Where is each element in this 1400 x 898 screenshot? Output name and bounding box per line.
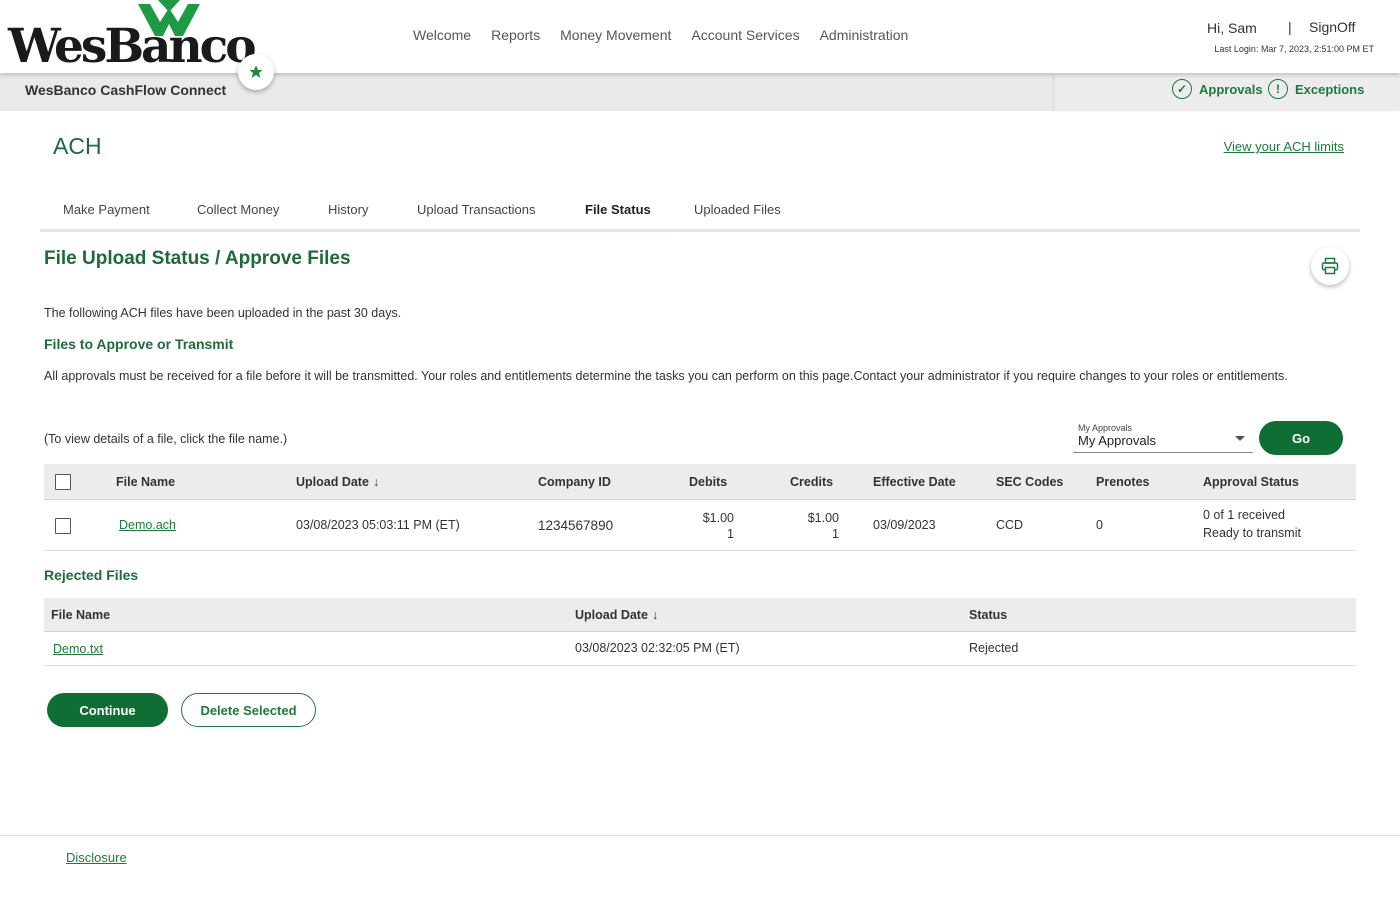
tab-make-payment[interactable]: Make Payment [63, 202, 150, 217]
col-sec-codes[interactable]: SEC Codes [996, 475, 1063, 489]
printer-icon [1321, 257, 1339, 275]
star-icon [249, 65, 263, 78]
col-file-name[interactable]: File Name [116, 475, 175, 489]
col-upload-date-label: Upload Date [575, 608, 648, 622]
footer-divider [0, 835, 1400, 836]
debits-count: 1 [727, 527, 734, 541]
prenotes: 0 [1096, 518, 1103, 532]
top-header: WesBanco Welcome Reports Money Movement … [0, 0, 1400, 73]
sort-down-icon: ↓ [651, 608, 659, 622]
tab-upload-transactions[interactable]: Upload Transactions [417, 202, 536, 217]
select-label: My Approvals [1078, 423, 1133, 433]
effective-date: 03/09/2023 [873, 518, 936, 532]
approvals-shortcut[interactable]: ✓ Approvals [1172, 79, 1263, 99]
file-name-link[interactable]: Demo.ach [119, 518, 176, 532]
disclosure-link[interactable]: Disclosure [66, 850, 127, 865]
status: Rejected [969, 641, 1019, 655]
main-nav: Welcome Reports Money Movement Account S… [403, 27, 918, 43]
approval-status-line2: Ready to transmit [1203, 526, 1301, 540]
sub-bar: WesBanco CashFlow Connect ✓ Approvals ! … [0, 72, 1400, 111]
ach-tabs: Make Payment Collect Money History Uploa… [40, 190, 1360, 232]
col-credits[interactable]: Credits [790, 475, 833, 489]
nav-money-movement[interactable]: Money Movement [550, 27, 681, 43]
credits-amount: $1.00 [807, 511, 839, 525]
nav-reports[interactable]: Reports [481, 27, 550, 43]
col-file-name[interactable]: File Name [51, 608, 110, 622]
approvals-filter-select[interactable]: My Approvals My Approvals [1073, 419, 1253, 453]
company-id: 1234567890 [538, 518, 614, 533]
upload-date: 03/08/2023 02:32:05 PM (ET) [575, 641, 740, 655]
check-circle-icon: ✓ [1172, 79, 1192, 99]
nav-welcome[interactable]: Welcome [403, 27, 481, 43]
exceptions-shortcut[interactable]: ! Exceptions [1268, 79, 1364, 99]
col-status[interactable]: Status [969, 608, 1007, 622]
print-button[interactable] [1311, 247, 1349, 285]
user-greeting[interactable]: Hi, Sam [1207, 20, 1257, 36]
select-value: My Approvals [1078, 433, 1157, 448]
debits-amount: $1.00 [702, 511, 734, 525]
active-tab-indicator [561, 229, 669, 232]
sec-codes: CCD [996, 518, 1024, 532]
select-all-checkbox[interactable] [55, 474, 71, 490]
logo-wordmark: WesBanco [8, 19, 257, 74]
table-row: Demo.txt 03/08/2023 02:32:05 PM (ET) Rej… [44, 632, 1356, 666]
tab-history[interactable]: History [328, 202, 368, 217]
section-title: File Upload Status / Approve Files [44, 248, 351, 269]
exclamation-circle-icon: ! [1268, 79, 1288, 99]
intro-text: The following ACH files have been upload… [44, 306, 402, 320]
go-button[interactable]: Go [1259, 421, 1343, 455]
col-upload-date[interactable]: Upload Date ↓ [575, 608, 658, 622]
col-debits[interactable]: Debits [689, 475, 727, 489]
approve-heading: Files to Approve or Transmit [44, 336, 234, 352]
favorite-button[interactable] [238, 54, 274, 90]
nav-administration[interactable]: Administration [810, 27, 919, 43]
file-name-link[interactable]: Demo.txt [53, 642, 103, 656]
signoff-link[interactable]: SignOff [1309, 19, 1355, 35]
tab-file-status[interactable]: File Status [585, 202, 651, 217]
user-separator: | [1288, 19, 1292, 35]
wesbanco-logo[interactable]: WesBanco [8, 0, 257, 73]
exceptions-label: Exceptions [1295, 81, 1365, 97]
nav-account-services[interactable]: Account Services [681, 27, 809, 43]
credits-count: 1 [832, 527, 839, 541]
rejected-table-header: File Name Upload Date ↓ Status [44, 598, 1356, 632]
rejected-heading: Rejected Files [44, 567, 139, 583]
col-upload-date[interactable]: Upload Date ↓ [296, 475, 379, 489]
col-upload-date-label: Upload Date [296, 475, 369, 489]
table-row: Demo.ach 03/08/2023 05:03:11 PM (ET) 123… [44, 500, 1356, 551]
sort-down-icon: ↓ [372, 475, 380, 489]
approval-status-line1: 0 of 1 received [1203, 508, 1285, 522]
col-prenotes[interactable]: Prenotes [1096, 475, 1150, 489]
approve-table-header: File Name Upload Date ↓ Company ID Debits… [44, 464, 1356, 500]
tab-uploaded-files[interactable]: Uploaded Files [694, 202, 781, 217]
approvals-label: Approvals [1199, 81, 1263, 97]
upload-date: 03/08/2023 05:03:11 PM (ET) [296, 518, 460, 532]
user-area: Hi, Sam | SignOff Last Login: Mar 7, 202… [1194, 18, 1374, 68]
last-login: Last Login: Mar 7, 2023, 2:51:00 PM ET [1214, 44, 1374, 54]
chevron-down-icon [1235, 436, 1245, 441]
col-effective-date[interactable]: Effective Date [873, 475, 956, 489]
row-checkbox[interactable] [55, 518, 71, 534]
page-title: ACH [53, 133, 102, 159]
col-approval-status[interactable]: Approval Status [1203, 475, 1299, 489]
continue-button[interactable]: Continue [47, 693, 168, 727]
tab-collect-money[interactable]: Collect Money [197, 202, 279, 217]
approve-note: All approvals must be received for a fil… [44, 369, 1288, 383]
delete-selected-button[interactable]: Delete Selected [181, 693, 316, 727]
view-hint: (To view details of a file, click the fi… [44, 432, 288, 446]
col-company-id[interactable]: Company ID [538, 475, 611, 489]
app-name: WesBanco CashFlow Connect [25, 82, 227, 98]
view-ach-limits-link[interactable]: View your ACH limits [1224, 139, 1344, 154]
